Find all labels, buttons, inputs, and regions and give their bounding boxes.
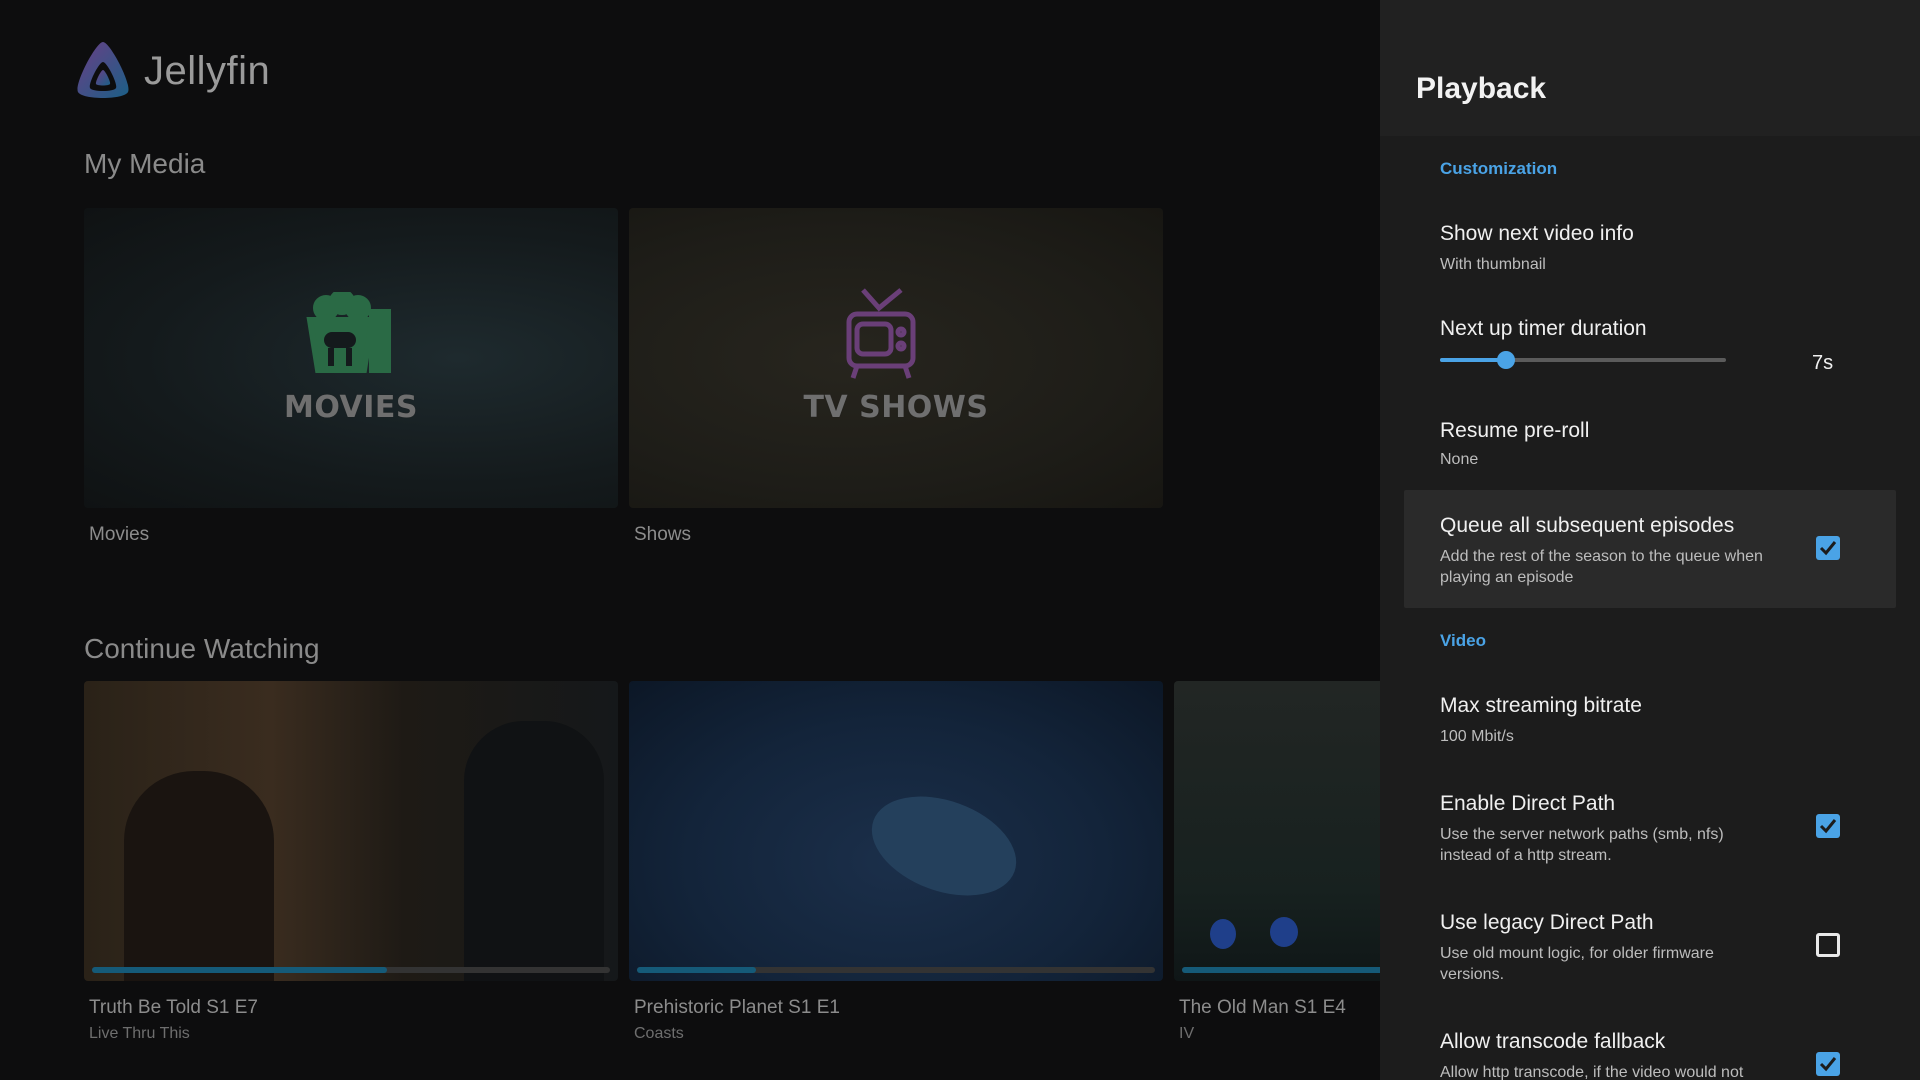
continue-subtitle: IV — [1179, 1025, 1195, 1042]
tv-icon — [846, 288, 916, 379]
setting-title: Next up timer duration — [1440, 317, 1647, 340]
thumbnail-figure — [124, 771, 274, 981]
progress-fill — [1182, 967, 1380, 973]
setting-title: Queue all subsequent episodes — [1440, 514, 1735, 537]
setting-queue-subsequent-episodes[interactable]: Queue all subsequent episodes Add the re… — [1404, 490, 1896, 608]
setting-description: Allow http transcode, if the video would… — [1440, 1064, 1744, 1080]
setting-title: Max streaming bitrate — [1440, 694, 1642, 717]
setting-next-up-timer[interactable]: Next up timer duration 7s — [1404, 305, 1896, 385]
continue-watching-heading: Continue Watching — [84, 633, 320, 664]
slider-thumb[interactable] — [1496, 351, 1515, 369]
my-media-heading: My Media — [84, 148, 206, 179]
setting-description: Use old mount logic, for older firmware … — [1440, 945, 1714, 983]
setting-description: Use the server network paths (smb, nfs) … — [1440, 826, 1724, 864]
next-up-timer-slider[interactable] — [1440, 351, 1726, 369]
thumbnail-figure — [1270, 917, 1298, 947]
checkbox[interactable] — [1816, 933, 1840, 957]
group-customization-heading: Customization — [1440, 159, 1558, 178]
library-art-text: TV SHOWS — [803, 390, 989, 425]
setting-legacy-direct-path[interactable]: Use legacy Direct Path Use old mount log… — [1404, 903, 1896, 1003]
continue-card[interactable] — [1174, 681, 1380, 981]
progress-fill — [637, 967, 757, 973]
library-card-movies[interactable]: MOVIES — [84, 208, 618, 508]
setting-description: Add the rest of the season to the queue … — [1440, 548, 1763, 586]
setting-title: Use legacy Direct Path — [1440, 911, 1654, 934]
checkbox[interactable] — [1816, 536, 1840, 560]
setting-title: Enable Direct Path — [1440, 792, 1616, 815]
thumbnail-figure — [464, 721, 604, 981]
library-card-shows[interactable]: TV SHOWS — [629, 208, 1163, 508]
panel-title: Playback — [1416, 72, 1547, 105]
playback-settings-panel: Playback Customization Show next video i… — [1380, 0, 1920, 1080]
continue-title: Prehistoric Planet S1 E1 — [634, 997, 840, 1018]
slider-fill — [1440, 358, 1506, 362]
home-screen: Jellyfin My Media MOVIES Movies TV SHOWS… — [0, 0, 1380, 1080]
checkbox[interactable] — [1816, 814, 1840, 838]
setting-max-streaming-bitrate[interactable]: Max streaming bitrate 100 Mbit/s — [1404, 686, 1896, 760]
progress-bar — [92, 967, 610, 973]
progress-bar — [637, 967, 1155, 973]
setting-value: 100 Mbit/s — [1440, 728, 1514, 745]
progress-fill — [92, 967, 388, 973]
setting-show-next-video-info[interactable]: Show next video info With thumbnail — [1404, 210, 1896, 284]
popcorn-icon — [306, 292, 391, 373]
setting-title: Allow transcode fallback — [1440, 1030, 1666, 1053]
thumbnail-figure — [1210, 919, 1236, 949]
setting-resume-preroll[interactable]: Resume pre-roll None — [1404, 407, 1896, 481]
continue-title: Truth Be Told S1 E7 — [89, 997, 258, 1018]
app-name: Jellyfin — [144, 48, 271, 93]
check-icon — [1819, 1057, 1837, 1072]
check-icon — [1819, 819, 1837, 834]
checkbox[interactable] — [1816, 1052, 1840, 1076]
setting-value: With thumbnail — [1440, 256, 1546, 273]
continue-subtitle: Coasts — [634, 1025, 684, 1042]
group-video-heading: Video — [1440, 631, 1486, 650]
setting-title: Resume pre-roll — [1440, 419, 1590, 442]
setting-enable-direct-path[interactable]: Enable Direct Path Use the server networ… — [1404, 784, 1896, 884]
setting-allow-transcode-fallback[interactable]: Allow transcode fallback Allow http tran… — [1404, 1022, 1896, 1080]
continue-subtitle: Live Thru This — [89, 1025, 190, 1042]
library-art-text: MOVIES — [283, 390, 419, 425]
progress-bar — [1182, 967, 1380, 973]
library-label-movies: Movies — [89, 524, 150, 545]
setting-title: Show next video info — [1440, 222, 1634, 245]
check-icon — [1819, 541, 1837, 556]
thumbnail-figure — [858, 778, 1030, 914]
continue-card[interactable] — [84, 681, 618, 981]
library-label-shows: Shows — [634, 524, 692, 545]
setting-value: None — [1440, 451, 1479, 468]
jellyfin-logo-icon — [77, 42, 129, 98]
panel-header: Playback — [1380, 0, 1920, 136]
continue-card[interactable] — [629, 681, 1163, 981]
app-logo: Jellyfin — [72, 40, 270, 102]
slider-value: 7s — [1812, 352, 1834, 374]
continue-title: The Old Man S1 E4 — [1179, 997, 1346, 1018]
